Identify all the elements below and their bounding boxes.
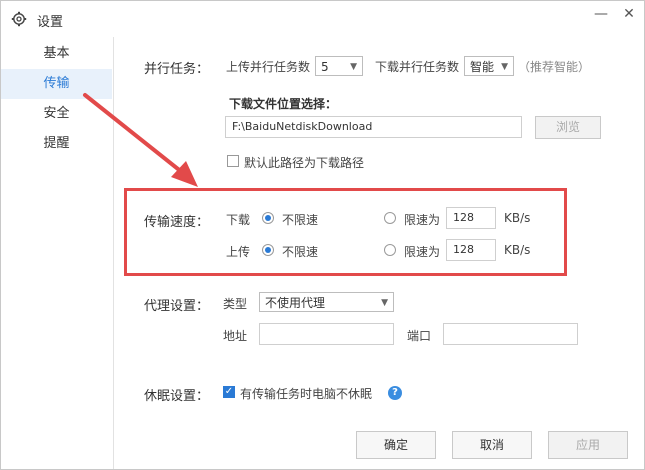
title-bar: 设置 — ✕ xyxy=(1,1,644,37)
chevron-down-icon: ▼ xyxy=(350,62,357,72)
speed-highlight-box xyxy=(124,188,567,276)
sidebar-item-security[interactable]: 安全 xyxy=(1,99,112,129)
no-sleep-label: 有传输任务时电脑不休眠 xyxy=(240,387,373,401)
settings-window: 设置 — ✕ 基本 传输 安全 提醒 并行任务： 上传并行任务数 5 ▼ 下载并… xyxy=(0,0,645,470)
download-parallel-label: 下载并行任务数 xyxy=(375,60,460,74)
default-path-label: 默认此路径为下载路径 xyxy=(244,156,365,170)
ok-button[interactable]: 确定 xyxy=(356,431,436,459)
gear-icon xyxy=(11,11,27,27)
recommend-hint: （推荐智能） xyxy=(518,60,591,74)
parallel-section-label: 并行任务： xyxy=(144,62,210,77)
proxy-port-label: 端口 xyxy=(407,329,432,343)
sleep-section-label: 休眠设置： xyxy=(144,389,210,404)
proxy-type-value: 不使用代理 xyxy=(265,296,326,310)
chevron-down-icon: ▼ xyxy=(381,298,388,308)
close-button[interactable]: ✕ xyxy=(619,5,639,23)
upload-parallel-select[interactable]: 5 ▼ xyxy=(315,56,363,76)
sidebar-item-basic[interactable]: 基本 xyxy=(1,39,112,69)
download-location-label: 下载文件位置选择： xyxy=(229,97,338,111)
chevron-down-icon: ▼ xyxy=(501,62,508,72)
upload-parallel-value: 5 xyxy=(321,60,329,74)
apply-button[interactable]: 应用 xyxy=(548,431,628,459)
download-parallel-value: 智能 xyxy=(470,60,495,74)
upload-parallel-label: 上传并行任务数 xyxy=(226,60,311,74)
sidebar-item-transfer[interactable]: 传输 xyxy=(1,69,112,99)
window-title: 设置 xyxy=(37,15,64,30)
minimize-button[interactable]: — xyxy=(591,5,611,23)
proxy-address-label: 地址 xyxy=(223,329,248,343)
cancel-button[interactable]: 取消 xyxy=(452,431,532,459)
proxy-address-input[interactable] xyxy=(259,323,394,345)
sidebar: 基本 传输 安全 提醒 xyxy=(1,37,114,469)
proxy-type-label: 类型 xyxy=(223,297,248,311)
proxy-port-input[interactable] xyxy=(443,323,578,345)
browse-button[interactable]: 浏览 xyxy=(535,116,601,139)
no-sleep-checkbox[interactable]: ✓ xyxy=(223,386,235,398)
help-icon[interactable]: ? xyxy=(388,386,402,400)
download-path-field[interactable]: F:\BaiduNetdiskDownload xyxy=(225,116,522,138)
proxy-section-label: 代理设置： xyxy=(144,299,210,314)
download-parallel-select[interactable]: 智能 ▼ xyxy=(464,56,514,76)
proxy-type-select[interactable]: 不使用代理 ▼ xyxy=(259,292,394,312)
default-path-checkbox[interactable] xyxy=(227,155,239,167)
sidebar-item-reminder[interactable]: 提醒 xyxy=(1,129,112,159)
